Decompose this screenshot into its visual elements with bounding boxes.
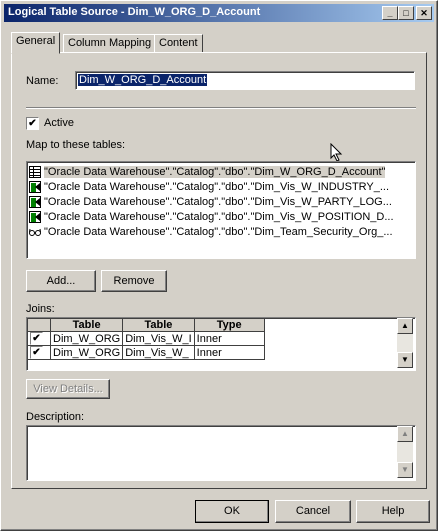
help-button[interactable]: Help — [356, 500, 430, 523]
active-checkbox[interactable]: ✔ — [26, 117, 39, 130]
map-tables-list[interactable]: "Oracle Data Warehouse"."Catalog"."dbo".… — [26, 161, 416, 259]
description-label: Description: — [26, 411, 85, 423]
joins-label: Joins: — [26, 303, 55, 315]
joins-grid: Table Table Type ✔ Dim_W_ORG Dim_Vis_W_I… — [27, 318, 265, 360]
scroll-down-arrow-icon[interactable]: ▼ — [397, 352, 413, 368]
map-table-item[interactable]: "Oracle Data Warehouse"."Catalog"."dbo".… — [29, 210, 394, 225]
map-table-text: "Oracle Data Warehouse"."Catalog"."dbo".… — [44, 181, 390, 193]
alias-glasses-icon — [29, 229, 41, 237]
description-scrollbar[interactable]: ▲ ▼ — [397, 426, 413, 478]
map-table-item[interactable]: "Oracle Data Warehouse"."Catalog"."dbo".… — [29, 225, 394, 240]
map-table-text: "Oracle Data Warehouse"."Catalog"."dbo".… — [44, 226, 393, 238]
logical-table-source-dialog: Logical Table Source - Dim_W_ORG_D_Accou… — [0, 0, 438, 531]
ok-button[interactable]: OK — [195, 500, 269, 523]
map-table-text: "Oracle Data Warehouse"."Catalog"."dbo".… — [44, 166, 386, 178]
remove-button[interactable]: Remove — [101, 270, 167, 292]
join-type: Inner — [193, 345, 265, 360]
title-bar[interactable]: Logical Table Source - Dim_W_ORG_D_Accou… — [4, 4, 434, 22]
joins-table[interactable]: Table Table Type ✔ Dim_W_ORG Dim_Vis_W_I… — [26, 317, 416, 371]
name-field[interactable]: Dim_W_ORG_D_Account — [75, 71, 415, 90]
window-title: Logical Table Source - Dim_W_ORG_D_Accou… — [8, 6, 261, 18]
joins-scrollbar[interactable]: ▲ ▼ — [397, 318, 413, 368]
active-label: Active — [44, 117, 74, 129]
description-field[interactable]: ▲ ▼ — [26, 425, 416, 481]
name-label: Name: — [26, 75, 59, 87]
join-left-table: Dim_W_ORG — [49, 345, 124, 360]
map-table-item[interactable]: "Oracle Data Warehouse"."Catalog"."dbo".… — [29, 195, 394, 210]
join-check-cell[interactable]: ✔ — [27, 331, 51, 346]
map-table-item[interactable]: "Oracle Data Warehouse"."Catalog"."dbo".… — [29, 180, 394, 195]
join-table-icon — [29, 181, 41, 194]
table-row[interactable]: ✔ Dim_W_ORG Dim_Vis_W_I Inner — [27, 331, 265, 346]
tab-content[interactable]: Content — [154, 34, 203, 53]
column-header-table[interactable]: Table — [122, 318, 195, 332]
column-header-table[interactable]: Table — [49, 318, 124, 332]
column-header-type[interactable]: Type — [193, 318, 265, 332]
table-row[interactable]: ✔ Dim_W_ORG Dim_Vis_W_ Inner — [27, 345, 265, 360]
join-check-cell[interactable]: ✔ — [27, 345, 51, 360]
cancel-button[interactable]: Cancel — [275, 500, 351, 523]
minimize-button[interactable]: _ — [382, 6, 398, 20]
tab-general[interactable]: General — [11, 32, 61, 54]
join-checkbox[interactable]: ✔ — [30, 332, 43, 345]
name-field-value: Dim_W_ORG_D_Account — [78, 74, 208, 86]
map-tables-label: Map to these tables: — [26, 139, 126, 151]
table-icon — [29, 166, 41, 179]
check-column-header — [27, 318, 51, 332]
joins-header-row: Table Table Type — [27, 318, 265, 332]
join-checkbox[interactable]: ✔ — [30, 346, 43, 359]
tab-column-mapping[interactable]: Column Mapping — [63, 34, 157, 53]
join-type: Inner — [193, 331, 265, 346]
maximize-button[interactable]: □ — [398, 6, 414, 20]
join-right-table: Dim_Vis_W_ — [122, 345, 195, 360]
divider — [26, 107, 416, 109]
map-table-text: "Oracle Data Warehouse"."Catalog"."dbo".… — [44, 196, 392, 208]
scroll-down-arrow-icon[interactable]: ▼ — [397, 462, 413, 478]
join-table-icon — [29, 196, 41, 209]
join-left-table: Dim_W_ORG — [49, 331, 124, 346]
view-details-button[interactable]: View Details... — [26, 379, 110, 399]
scroll-up-arrow-icon[interactable]: ▲ — [397, 426, 413, 442]
scroll-up-arrow-icon[interactable]: ▲ — [397, 318, 413, 334]
map-table-item[interactable]: "Oracle Data Warehouse"."Catalog"."dbo".… — [29, 165, 394, 180]
mouse-cursor-icon — [330, 143, 343, 162]
join-table-icon — [29, 211, 41, 224]
general-tab-panel: Name: Dim_W_ORG_D_Account ✔ Active Map t… — [11, 52, 427, 489]
join-right-table: Dim_Vis_W_I — [122, 331, 195, 346]
close-button[interactable]: ✕ — [416, 6, 432, 20]
add-button[interactable]: Add... — [26, 270, 96, 292]
map-table-text: "Oracle Data Warehouse"."Catalog"."dbo".… — [44, 211, 394, 223]
